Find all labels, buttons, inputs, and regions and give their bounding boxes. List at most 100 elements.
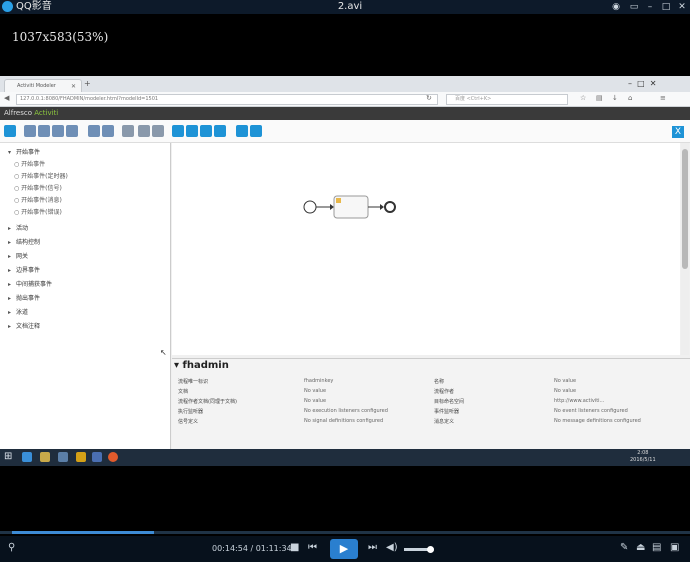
palette-group[interactable]: ▸ 泳道 <box>8 307 28 316</box>
fullscreen-icon[interactable]: ▣ <box>670 542 679 553</box>
chevron-down-icon[interactable]: ▾ <box>8 149 16 156</box>
tool-icon[interactable] <box>76 452 86 462</box>
next-icon[interactable]: ⏭ <box>368 542 377 553</box>
palette-item[interactable]: ○ 开始事件(错误) <box>14 207 62 216</box>
browser-menu-icon[interactable]: ≡ <box>660 94 666 102</box>
start-icon[interactable]: ⊞ <box>4 451 12 462</box>
ie-icon[interactable] <box>22 452 32 462</box>
copy-icon[interactable] <box>38 125 50 137</box>
process-canvas[interactable] <box>172 143 680 355</box>
minimize-icon[interactable]: – <box>644 0 656 14</box>
palette-group[interactable]: ▸ 中间捕获事件 <box>8 279 52 288</box>
canvas-scrollbar[interactable] <box>681 143 689 355</box>
palette-group[interactable]: ▸ 文档注释 <box>8 321 40 330</box>
prev-icon[interactable]: ⏮ <box>308 542 317 553</box>
palette-group[interactable]: ▸ 抛出事件 <box>8 293 40 302</box>
pin-icon[interactable]: ◉ <box>610 0 622 14</box>
property-value[interactable]: No event listeners configured <box>554 408 628 414</box>
back-icon[interactable]: ◀ <box>4 94 9 102</box>
palette-item[interactable]: ○ 开始事件(信号) <box>14 183 62 192</box>
address-bar[interactable]: 127.0.0.1:8080/FHADMIN/modeler.html?mode… <box>16 94 438 105</box>
system-clock[interactable]: 2:08 2016/5/11 <box>630 450 656 464</box>
user-task-icon <box>336 198 341 203</box>
zoom-fit-icon[interactable] <box>214 125 226 137</box>
reload-icon[interactable]: ↻ <box>426 94 432 102</box>
stop-icon[interactable]: ■ <box>290 542 299 553</box>
chevron-right-icon[interactable]: ▸ <box>8 253 16 260</box>
eclipse-icon[interactable] <box>58 452 68 462</box>
property-value[interactable]: No value <box>554 388 576 394</box>
windows-taskbar: ⊞ 2:08 2016/5/11 <box>0 449 690 466</box>
playlist-icon[interactable]: ▤ <box>652 542 661 553</box>
volume-icon[interactable]: ◀) <box>386 542 398 553</box>
word-icon[interactable] <box>92 452 102 462</box>
palette-group[interactable]: ▾ 开始事件 <box>8 147 40 156</box>
delete-icon[interactable] <box>66 125 78 137</box>
palette-item[interactable]: ○ 开始事件(消息) <box>14 195 62 204</box>
bend-point-add-icon[interactable] <box>236 125 248 137</box>
new-tab-icon[interactable]: + <box>84 79 91 88</box>
property-value[interactable]: No value <box>304 388 326 394</box>
palette-group[interactable]: ▸ 网关 <box>8 251 28 260</box>
skin-icon[interactable]: ▭ <box>628 0 640 14</box>
align-horizontal-icon[interactable] <box>138 125 150 137</box>
download-icon[interactable]: ↓ <box>612 94 618 102</box>
bpmn-diagram <box>303 195 396 219</box>
end-event[interactable] <box>384 201 396 213</box>
palette-item[interactable]: ○ 开始事件 <box>14 159 45 168</box>
zoom-out-icon[interactable] <box>186 125 198 137</box>
palette-group[interactable]: ▸ 边界事件 <box>8 265 40 274</box>
chevron-right-icon[interactable]: ▸ <box>8 267 16 274</box>
scrollbar-thumb[interactable] <box>682 149 688 269</box>
zoom-in-icon[interactable] <box>172 125 184 137</box>
property-value[interactable]: No value <box>304 398 326 404</box>
chevron-right-icon[interactable]: ▸ <box>8 323 16 330</box>
palette-group[interactable]: ▸ 结构控制 <box>8 237 40 246</box>
property-panel-title[interactable]: ▾ fhadmin <box>174 360 229 371</box>
bookmark-star-icon[interactable]: ☆ <box>580 94 586 102</box>
property-value[interactable]: No value <box>554 378 576 384</box>
close-editor-button[interactable]: X <box>672 126 684 138</box>
property-panel: ▾ fhadmin 流程唯一标识 fhadminkey 名称 No value 文档 No… <box>172 358 690 450</box>
property-value[interactable]: No execution listeners configured <box>304 408 388 414</box>
library-icon[interactable]: ▤ <box>596 94 603 102</box>
video-frame: Activiti Modeler ✕ + – □ ✕ ◀ 127.0.0.1:8… <box>0 76 690 466</box>
chevron-right-icon[interactable]: ▸ <box>8 309 16 316</box>
palette-group[interactable]: ▸ 活动 <box>8 223 28 232</box>
seek-bar[interactable] <box>0 531 690 534</box>
browser-tab[interactable]: Activiti Modeler ✕ <box>4 79 82 93</box>
same-size-icon[interactable] <box>152 125 164 137</box>
play-icon[interactable]: ▶ <box>330 539 358 559</box>
browser-search-input[interactable]: 百度 <Ctrl+K> <box>446 94 568 105</box>
zoom-actual-icon[interactable] <box>200 125 212 137</box>
cut-icon[interactable] <box>24 125 36 137</box>
explorer-icon[interactable] <box>40 452 50 462</box>
undo-icon[interactable] <box>102 125 114 137</box>
browser-window-controls[interactable]: – □ ✕ <box>628 76 656 92</box>
redo-icon[interactable] <box>88 125 100 137</box>
eject-icon[interactable]: ⏏ <box>636 542 645 553</box>
maximize-icon[interactable]: □ <box>660 0 672 14</box>
chevron-right-icon[interactable]: ▸ <box>8 239 16 246</box>
chevron-right-icon[interactable]: ▸ <box>8 295 16 302</box>
tools-icon[interactable]: ✎ <box>620 542 628 553</box>
chevron-right-icon[interactable]: ▸ <box>8 225 16 232</box>
home-icon[interactable]: ⌂ <box>628 94 632 102</box>
bend-point-remove-icon[interactable] <box>250 125 262 137</box>
property-value[interactable]: fhadminkey <box>304 378 333 384</box>
palette-item[interactable]: ○ 开始事件(定时器) <box>14 171 68 180</box>
volume-slider[interactable] <box>404 546 434 553</box>
start-event[interactable] <box>303 200 317 214</box>
paste-icon[interactable] <box>52 125 64 137</box>
property-value[interactable]: No signal definitions configured <box>304 418 383 424</box>
save-icon[interactable] <box>4 125 16 137</box>
property-value[interactable]: No message definitions configured <box>554 418 641 424</box>
property-value[interactable]: http://www.activiti... <box>554 398 604 404</box>
chevron-right-icon[interactable]: ▸ <box>8 281 16 288</box>
close-icon[interactable]: ✕ <box>676 0 688 14</box>
align-vertical-icon[interactable] <box>122 125 134 137</box>
video-resolution-readout: 1037x583(53%) <box>12 30 109 44</box>
volume-knob[interactable] <box>427 546 434 553</box>
firefox-icon[interactable] <box>108 452 118 462</box>
player-menu-icon[interactable]: ⚲ <box>8 542 15 553</box>
